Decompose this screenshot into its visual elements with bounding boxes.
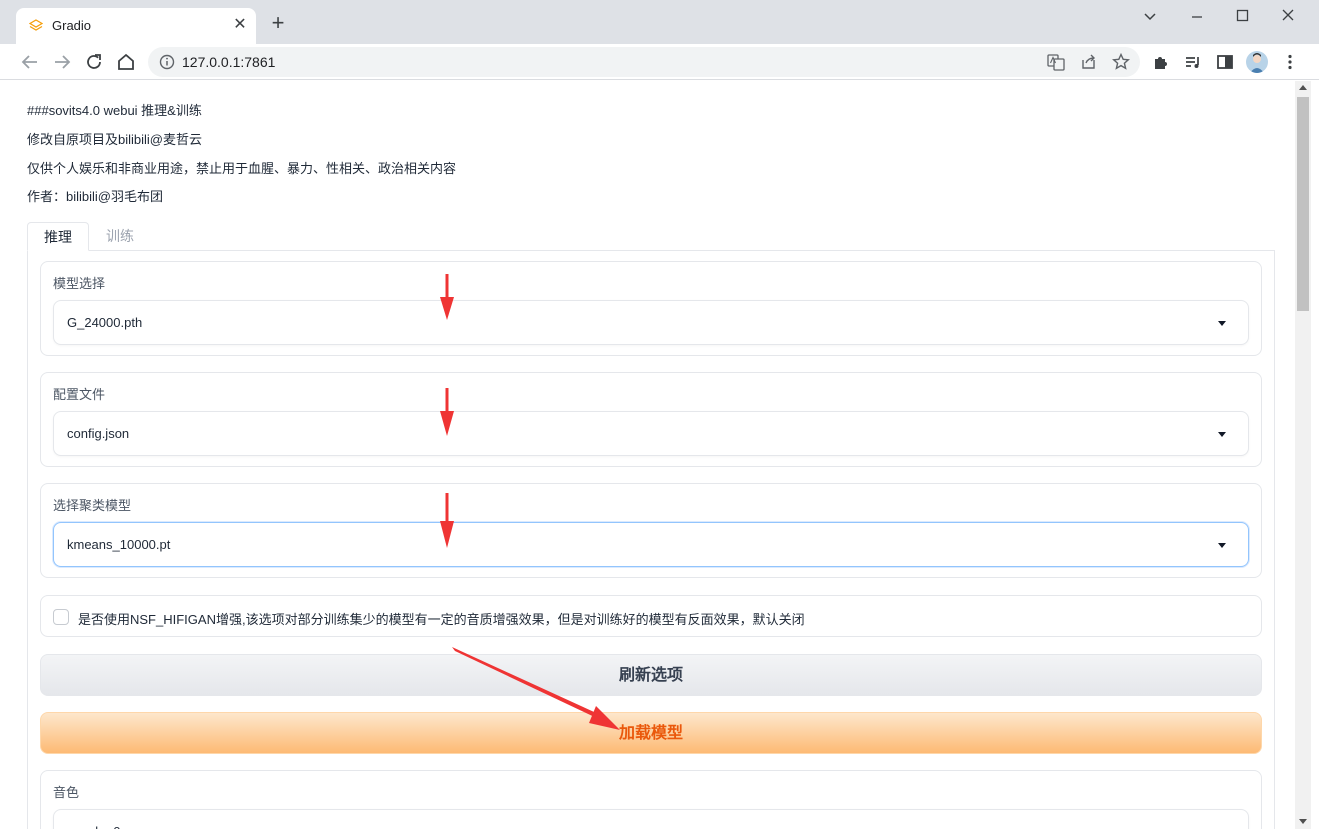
model-select-value: G_24000.pth bbox=[67, 315, 143, 330]
scroll-up-arrow-icon[interactable] bbox=[1299, 85, 1307, 90]
browser-tab[interactable]: Gradio ✕ bbox=[16, 8, 256, 44]
site-info-icon[interactable] bbox=[158, 53, 176, 71]
extensions-icon[interactable] bbox=[1149, 50, 1173, 74]
markdown-credit: 修改自原项目及bilibili@麦哲云 bbox=[27, 132, 202, 147]
new-tab-button[interactable]: + bbox=[266, 12, 290, 36]
more-menu-icon[interactable] bbox=[1278, 50, 1302, 74]
media-controls-icon[interactable] bbox=[1181, 50, 1205, 74]
speaker-dropdown[interactable]: speaker0 bbox=[53, 809, 1249, 829]
markdown-disclaimer: 仅供个人娱乐和非商业用途，禁止用于血腥、暴力、性相关、政治相关内容 bbox=[27, 161, 457, 176]
tab-training[interactable]: 训练 bbox=[90, 222, 150, 251]
address-bar[interactable]: 127.0.0.1:7861 bbox=[148, 47, 1140, 77]
dropdown-arrow-icon bbox=[1218, 543, 1226, 548]
refresh-options-button[interactable]: 刷新选项 bbox=[40, 654, 1262, 696]
page-scrollbar[interactable] bbox=[1295, 81, 1311, 829]
speaker-label: 音色 bbox=[53, 785, 80, 800]
config-file-value: config.json bbox=[67, 426, 130, 441]
cluster-model-value: kmeans_10000.pt bbox=[67, 537, 171, 552]
translate-icon[interactable] bbox=[1045, 51, 1067, 73]
minimize-icon[interactable] bbox=[1183, 4, 1211, 28]
cluster-model-dropdown[interactable]: kmeans_10000.pt bbox=[53, 522, 1249, 567]
page-viewport: ###sovits4.0 webui 推理&训练 修改自原项目及bilibili… bbox=[8, 81, 1294, 829]
config-file-label: 配置文件 bbox=[53, 387, 106, 402]
model-select-dropdown[interactable]: G_24000.pth bbox=[53, 300, 1249, 345]
home-icon[interactable] bbox=[114, 50, 138, 74]
bookmark-star-icon[interactable] bbox=[1110, 51, 1132, 73]
browser-tabstrip: Gradio ✕ + bbox=[0, 0, 1319, 44]
url-text[interactable]: 127.0.0.1:7861 bbox=[182, 54, 275, 70]
tab-search-icon[interactable] bbox=[1136, 4, 1164, 28]
markdown-author: 作者：bilibili@羽毛布团 bbox=[27, 189, 163, 204]
load-model-button[interactable]: 加载模型 bbox=[40, 712, 1262, 754]
forward-icon[interactable] bbox=[50, 50, 74, 74]
tab-inference[interactable]: 推理 bbox=[27, 222, 89, 251]
tab-title: Gradio bbox=[52, 18, 92, 33]
dropdown-arrow-icon bbox=[1218, 321, 1226, 326]
nsf-hifigan-checkbox[interactable] bbox=[53, 609, 69, 625]
share-icon[interactable] bbox=[1078, 51, 1100, 73]
side-panel-icon[interactable] bbox=[1213, 50, 1237, 74]
tab-bar: 推理 训练 bbox=[27, 222, 1275, 251]
gradio-logo-icon bbox=[29, 19, 43, 31]
speaker-block: 音色 speaker0 bbox=[40, 770, 1262, 829]
window-edge bbox=[0, 829, 1319, 837]
window-edge bbox=[1311, 81, 1319, 837]
cluster-model-label: 选择聚类模型 bbox=[53, 498, 132, 513]
config-file-block: 配置文件 config.json bbox=[40, 372, 1262, 467]
back-icon[interactable] bbox=[18, 50, 42, 74]
profile-avatar[interactable] bbox=[1246, 51, 1268, 73]
nsf-hifigan-block: 是否使用NSF_HIFIGAN增强,该选项对部分训练集少的模型有一定的音质增强效… bbox=[40, 595, 1262, 637]
dropdown-arrow-icon bbox=[1218, 432, 1226, 437]
close-window-icon[interactable] bbox=[1274, 4, 1302, 28]
markdown-title: ###sovits4.0 webui 推理&训练 bbox=[27, 103, 202, 118]
maximize-icon[interactable] bbox=[1228, 4, 1256, 28]
browser-toolbar: 127.0.0.1:7861 bbox=[0, 44, 1319, 80]
nsf-hifigan-label[interactable]: 是否使用NSF_HIFIGAN增强,该选项对部分训练集少的模型有一定的音质增强效… bbox=[78, 609, 805, 628]
reload-icon[interactable] bbox=[82, 50, 106, 74]
tab-close-icon[interactable]: ✕ bbox=[230, 15, 250, 35]
model-select-label: 模型选择 bbox=[53, 276, 106, 291]
scroll-down-arrow-icon[interactable] bbox=[1299, 819, 1307, 824]
scrollbar-thumb[interactable] bbox=[1297, 97, 1309, 311]
config-file-dropdown[interactable]: config.json bbox=[53, 411, 1249, 456]
cluster-model-block: 选择聚类模型 kmeans_10000.pt bbox=[40, 483, 1262, 578]
model-select-block: 模型选择 G_24000.pth bbox=[40, 261, 1262, 356]
